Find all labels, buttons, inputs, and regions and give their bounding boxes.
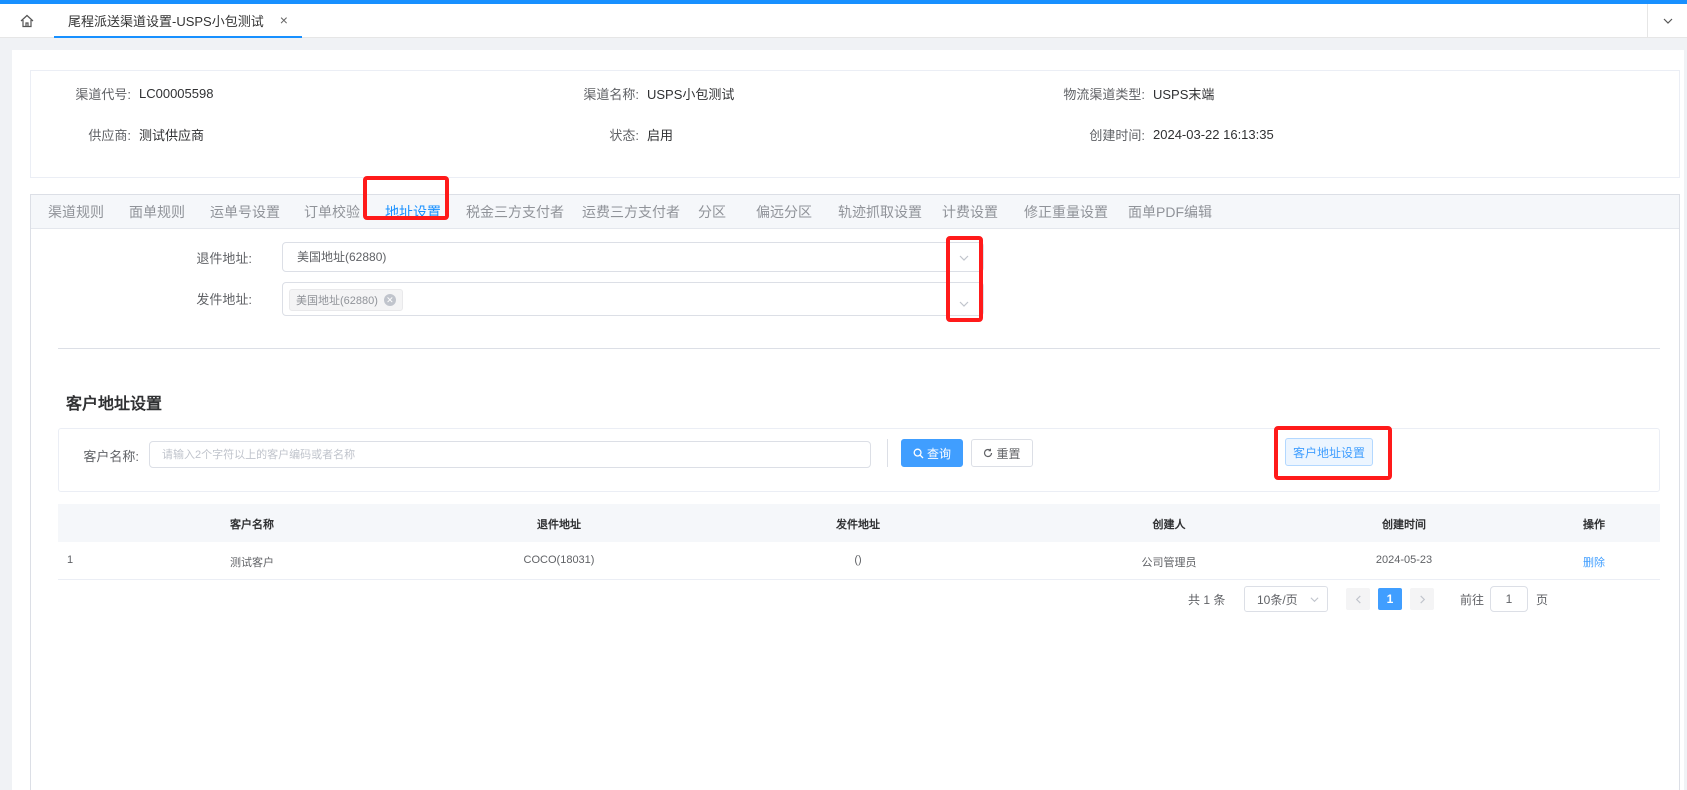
total-count: 共 1 条	[1188, 592, 1226, 607]
query-label: 查询	[926, 446, 951, 461]
info-value: 启用	[647, 127, 674, 143]
tab-freight-third-party[interactable]: 运费三方支付者	[582, 195, 680, 229]
customer-address-table: 客户名称 退件地址 发件地址 创建人 创建时间 操作 1 测试客户 COCO(1…	[58, 504, 1660, 580]
customer-name-input[interactable]	[149, 441, 871, 468]
reset-label: 重置	[996, 446, 1021, 461]
page-size-select[interactable]: 10条/页	[1244, 586, 1328, 612]
close-icon[interactable]: ✕	[383, 294, 396, 306]
section-divider	[58, 348, 1660, 349]
page-tab-label: 尾程派送渠道设置-USPS小包测试	[68, 13, 264, 29]
return-address-select[interactable]: 美国地址(62880)	[282, 242, 984, 272]
search-icon	[913, 448, 924, 458]
column-header: 创建时间	[1382, 519, 1426, 531]
column-header: 客户名称	[230, 519, 274, 531]
reset-button[interactable]: 重置	[971, 439, 1033, 467]
tab-order-validation[interactable]: 订单校验	[304, 195, 360, 229]
delete-link[interactable]: 删除	[1583, 554, 1605, 570]
tab-channel-rules[interactable]: 渠道规则	[48, 195, 104, 229]
info-status: 状态: 启用	[551, 124, 673, 144]
customer-search-panel: 客户名称: 查询 重置 客户地址设置	[58, 428, 1660, 492]
info-label: 渠道名称:	[583, 86, 639, 102]
goto-label: 前往	[1460, 592, 1485, 607]
refresh-icon	[984, 448, 993, 458]
column-header: 创建人	[1152, 519, 1186, 531]
page-number-active[interactable]: 1	[1378, 588, 1402, 610]
page-size-value: 10条/页	[1257, 592, 1298, 607]
tab-label-rules[interactable]: 面单规则	[129, 195, 185, 229]
home-icon[interactable]	[18, 12, 36, 30]
info-value: USPS小包测试	[647, 86, 735, 102]
tab-label-pdf-edit[interactable]: 面单PDF编辑	[1128, 195, 1212, 229]
chevron-right-icon	[1419, 594, 1425, 604]
channel-info-panel: 渠道代号: LC00005598 渠道名称: USPS小包测试 物流渠道类型: …	[30, 70, 1680, 178]
selected-tag: 美国地址(62880) ✕	[289, 289, 403, 311]
info-logistics-type: 物流渠道类型: USPS末端	[1041, 83, 1214, 103]
info-channel-code: 渠道代号: LC00005598	[61, 83, 213, 103]
row-index: 1	[66, 554, 74, 566]
page-tab-bar: 尾程派送渠道设置-USPS小包测试 ×	[0, 4, 1687, 38]
highlight-box-address-tab	[363, 176, 449, 220]
highlight-box-select-arrows	[946, 236, 983, 322]
query-button[interactable]: 查询	[901, 439, 963, 467]
prev-page-button[interactable]	[1346, 588, 1370, 610]
tag-label: 美国地址(62880)	[296, 295, 378, 307]
cell-created-time: 2024-05-23	[1375, 554, 1433, 566]
cell-creator: 公司管理员	[1141, 557, 1197, 569]
return-address-label: 退件地址:	[196, 251, 252, 266]
select-value: 美国地址(62880)	[297, 250, 387, 264]
info-label: 创建时间:	[1089, 127, 1145, 143]
tab-waybill-settings[interactable]: 运单号设置	[210, 195, 280, 229]
info-value: 2024-03-22 16:13:35	[1153, 126, 1274, 142]
page-tab-active[interactable]: 尾程派送渠道设置-USPS小包测试 ×	[54, 4, 302, 38]
cell-send-address: ()	[854, 554, 862, 566]
info-label: 渠道代号:	[75, 86, 131, 102]
next-page-button[interactable]	[1410, 588, 1434, 610]
tab-billing-settings[interactable]: 计费设置	[942, 195, 998, 229]
chevron-down-icon	[1663, 18, 1672, 24]
tab-dropdown-button[interactable]	[1647, 4, 1687, 38]
info-label: 物流渠道类型:	[1063, 86, 1145, 102]
table-header: 客户名称 退件地址 发件地址 创建人 创建时间 操作	[58, 504, 1660, 542]
send-address-label: 发件地址:	[196, 292, 252, 307]
customer-name-label: 客户名称:	[83, 449, 139, 464]
highlight-box-customer-address-button	[1274, 426, 1392, 480]
cell-return-address: COCO(18031)	[523, 554, 595, 566]
column-header: 操作	[1583, 519, 1605, 531]
settings-tabs: 渠道规则 面单规则 运单号设置 订单校验 地址设置 税金三方支付者 运费三方支付…	[31, 195, 1679, 229]
info-label: 状态:	[609, 127, 639, 143]
info-value: LC00005598	[139, 85, 214, 101]
info-created-time: 创建时间: 2024-03-22 16:13:35	[1041, 124, 1274, 144]
tab-remote-zones[interactable]: 偏远分区	[756, 195, 812, 229]
chevron-left-icon	[1355, 594, 1361, 604]
tab-weight-correction[interactable]: 修正重量设置	[1024, 195, 1108, 229]
info-supplier: 供应商: 测试供应商	[61, 124, 204, 144]
info-label: 供应商:	[88, 127, 131, 143]
tab-tracking-fetch[interactable]: 轨迹抓取设置	[838, 195, 922, 229]
goto-page-input[interactable]	[1490, 586, 1528, 612]
column-header: 退件地址	[537, 519, 581, 531]
page-suffix: 页	[1536, 592, 1549, 607]
chevron-down-icon	[1310, 597, 1319, 603]
tab-tax-third-party[interactable]: 税金三方支付者	[466, 195, 564, 229]
info-channel-name: 渠道名称: USPS小包测试	[551, 83, 734, 103]
customer-address-section-title: 客户地址设置	[66, 396, 163, 413]
info-value: 测试供应商	[139, 127, 205, 143]
search-separator	[887, 439, 888, 467]
cell-customer-name: 测试客户	[230, 557, 274, 569]
close-icon[interactable]: ×	[280, 12, 288, 28]
pagination: 共 1 条 10条/页 1 前往 页	[1188, 586, 1658, 612]
send-address-select[interactable]: 美国地址(62880) ✕	[282, 282, 984, 316]
info-value: USPS末端	[1153, 86, 1215, 102]
table-row: 1 测试客户 COCO(18031) () 公司管理员 2024-05-23 删…	[58, 542, 1660, 580]
tab-zones[interactable]: 分区	[698, 195, 726, 229]
column-header: 发件地址	[836, 519, 880, 531]
main-content: 渠道代号: LC00005598 渠道名称: USPS小包测试 物流渠道类型: …	[12, 50, 1684, 790]
